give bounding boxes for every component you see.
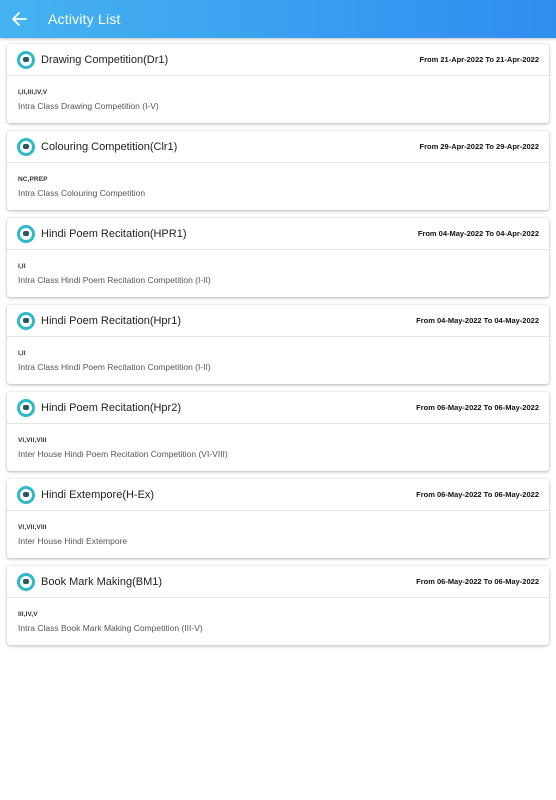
activity-dates: From 29-Apr-2022 To 29-Apr-2022 [419,142,539,151]
activity-card-header: Drawing Competition(Dr1) From 21-Apr-202… [7,44,549,76]
activity-dates: From 04-May-2022 To 04-Apr-2022 [417,229,539,238]
activity-dates: From 06-May-2022 To 06-May-2022 [416,490,539,499]
activity-card-body: VI,VII,VIII Inter House Hindi Extempore [7,511,549,546]
activity-name: Book Mark Making(BM1) [41,575,163,588]
activity-description: Intra Class Hindi Poem Recitation Compet… [18,275,211,285]
activity-classes: VI,VII,VIII [18,437,47,444]
activity-description: Inter House Hindi Extempore [18,536,128,546]
activity-card[interactable]: Hindi Extempore(H-Ex) From 06-May-2022 T… [7,479,549,558]
activity-name: Colouring Competition(Clr1) [41,140,178,153]
arrow-left-icon [12,12,27,26]
app-bar: Activity List [0,0,556,38]
page-title: Activity List [48,11,121,27]
activity-dates: From 21-Apr-2022 To 21-Apr-2022 [419,55,539,64]
activity-card-header: Colouring Competition(Clr1) From 29-Apr-… [7,131,549,163]
activity-card-header: Hindi Poem Recitation(HPR1) From 04-May-… [7,218,549,250]
activity-icon [17,398,35,417]
activity-card[interactable]: Drawing Competition(Dr1) From 21-Apr-202… [7,44,549,123]
activity-dates: From 06-May-2022 To 06-May-2022 [416,403,539,412]
activity-icon [17,224,35,243]
activity-classes: III,IV,V [18,611,38,618]
activity-card-body: I,II Intra Class Hindi Poem Recitation C… [7,250,549,285]
activity-card-body: VI,VII,VIII Inter House Hindi Poem Recit… [7,424,549,459]
activity-icon [17,485,35,504]
activity-icon [17,50,35,69]
activity-card-header: Hindi Poem Recitation(Hpr2) From 06-May-… [7,392,549,424]
activity-name: Hindi Poem Recitation(Hpr1) [41,314,181,327]
activity-dates: From 06-May-2022 To 06-May-2022 [416,577,539,586]
activity-name: Hindi Extempore(H-Ex) [41,488,155,501]
activity-card-body: NC,PREP Intra Class Colouring Competitio… [7,163,549,198]
activity-classes: I,II [18,350,26,357]
activity-classes: I,II [18,263,26,270]
activity-description: Inter House Hindi Poem Recitation Compet… [18,449,228,459]
activity-classes: VI,VII,VIII [18,524,47,531]
activity-classes: NC,PREP [18,176,48,183]
activity-name: Drawing Competition(Dr1) [41,53,169,66]
activity-card-body: III,IV,V Intra Class Book Mark Making Co… [7,598,549,633]
back-button[interactable] [0,0,38,38]
activity-list: Drawing Competition(Dr1) From 21-Apr-202… [0,38,556,645]
activity-card[interactable]: Hindi Poem Recitation(Hpr2) From 06-May-… [7,392,549,471]
activity-icon [17,137,35,156]
activity-card[interactable]: Colouring Competition(Clr1) From 29-Apr-… [7,131,549,210]
activity-dates: From 04-May-2022 To 04-May-2022 [416,316,539,325]
activity-card-header: Book Mark Making(BM1) From 06-May-2022 T… [7,566,549,598]
activity-card[interactable]: Hindi Poem Recitation(HPR1) From 04-May-… [7,218,549,297]
activity-card[interactable]: Hindi Poem Recitation(Hpr1) From 04-May-… [7,305,549,384]
activity-description: Intra Class Colouring Competition [18,188,146,198]
activity-card-body: I,II,III,IV,V Intra Class Drawing Compet… [7,76,549,111]
activity-card-body: I,II Intra Class Hindi Poem Recitation C… [7,337,549,372]
activity-icon [17,572,35,591]
activity-description: Intra Class Hindi Poem Recitation Compet… [18,362,211,372]
activity-name: Hindi Poem Recitation(HPR1) [41,227,187,240]
activity-card-header: Hindi Extempore(H-Ex) From 06-May-2022 T… [7,479,549,511]
activity-card-header: Hindi Poem Recitation(Hpr1) From 04-May-… [7,305,549,337]
activity-description: Intra Class Book Mark Making Competition… [18,623,203,633]
activity-description: Intra Class Drawing Competition (I-V) [18,101,159,111]
activity-classes: I,II,III,IV,V [18,89,48,96]
activity-name: Hindi Poem Recitation(Hpr2) [41,401,181,414]
activity-icon [17,311,35,330]
activity-card[interactable]: Book Mark Making(BM1) From 06-May-2022 T… [7,566,549,645]
